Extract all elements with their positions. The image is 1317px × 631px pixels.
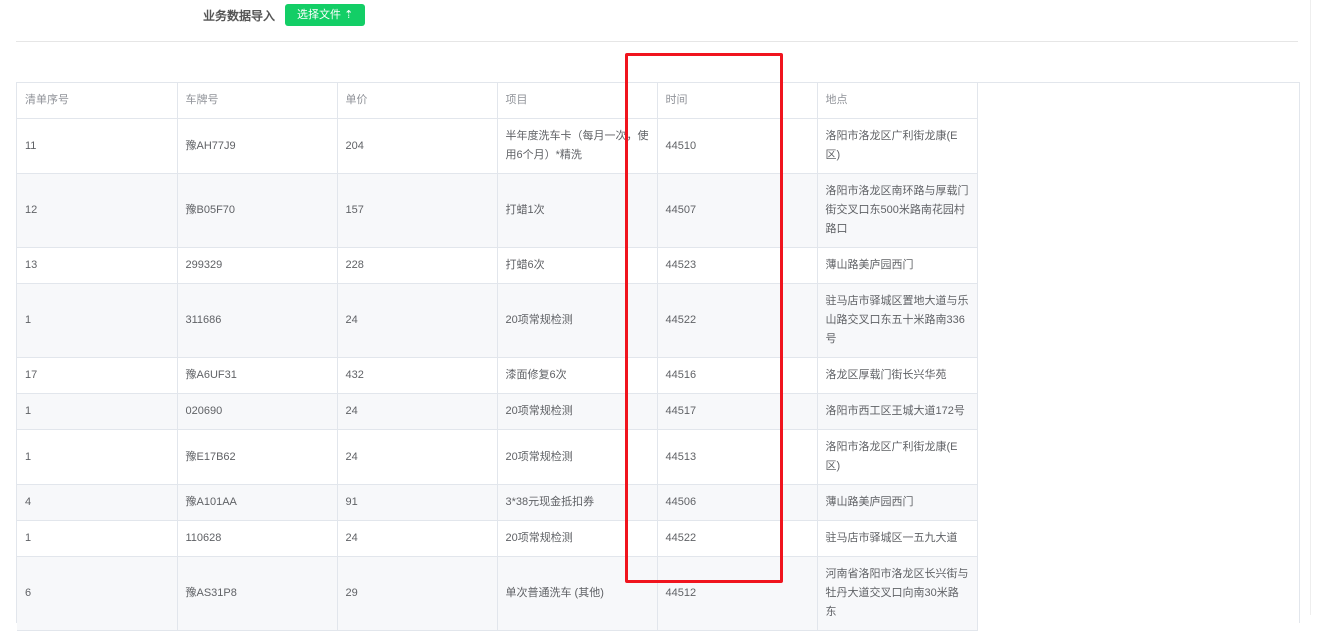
table-row[interactable]: 12 豫B05F70 157 打蜡1次 44507 洛阳市洛龙区南环路与厚载门街交叉口东5… — [17, 173, 978, 248]
table-cell: 20项常规检测 — [497, 520, 658, 557]
table-row[interactable]: 1 020690 24 20项常规检测 44517 洛阳市西工区王城大道172号 — [17, 393, 978, 430]
table-cell: 洛阳市洛龙区广利街龙康(E区) — [817, 429, 978, 485]
table-cell: 漆面修复6次 — [497, 357, 658, 394]
table-cell: 91 — [337, 484, 498, 521]
scrollbar-track[interactable] — [1310, 0, 1311, 615]
table-cell: 3*38元现金抵扣券 — [497, 484, 658, 521]
table-cell: 020690 — [177, 393, 338, 430]
column-header[interactable]: 清单序号 — [17, 83, 178, 119]
data-table: 清单序号 车牌号 单价 项目 时间 地点 11 豫AH77J9 204 半年度洗车卡（每月一次，… — [17, 83, 978, 631]
table-cell: 11 — [17, 118, 178, 174]
table-cell: 洛阳市洛龙区广利街龙康(E区) — [817, 118, 978, 174]
table-cell: 薄山路美庐园西门 — [817, 247, 978, 284]
table-cell: 豫A6UF31 — [177, 357, 338, 394]
column-header[interactable]: 项目 — [497, 83, 658, 119]
table-cell: 299329 — [177, 247, 338, 284]
table-cell: 1 — [17, 283, 178, 358]
table-row[interactable]: 1 311686 24 20项常规检测 44522 驻马店市驿城区置地大道与乐山路交叉口东… — [17, 283, 978, 358]
table-cell: 17 — [17, 357, 178, 394]
table-row[interactable]: 13 299329 228 打蜡6次 44523 薄山路美庐园西门 — [17, 247, 978, 284]
table-cell: 打蜡1次 — [497, 173, 658, 248]
table-row[interactable]: 1 110628 24 20项常规检测 44522 驻马店市驿城区一五九大道 — [17, 520, 978, 557]
table-cell: 44522 — [657, 283, 818, 358]
table-cell: 29 — [337, 556, 498, 631]
table-cell: 豫E17B62 — [177, 429, 338, 485]
table-cell: 驻马店市驿城区置地大道与乐山路交叉口东五十米路南336号 — [817, 283, 978, 358]
table-cell: 豫AH77J9 — [177, 118, 338, 174]
table-cell: 洛龙区厚载门街长兴华苑 — [817, 357, 978, 394]
table-cell: 半年度洗车卡（每月一次，使用6个月）*精洗 — [497, 118, 658, 174]
table-cell: 44523 — [657, 247, 818, 284]
table-cell: 单次普通洗车 (其他) — [497, 556, 658, 631]
table-cell: 洛阳市洛龙区南环路与厚载门街交叉口东500米路南花园村路口 — [817, 173, 978, 248]
table-cell: 24 — [337, 283, 498, 358]
choose-file-button[interactable]: 选择文件 ⇡ — [285, 4, 366, 26]
table-cell: 110628 — [177, 520, 338, 557]
table-cell: 44513 — [657, 429, 818, 485]
table-cell: 311686 — [177, 283, 338, 358]
table-cell: 20项常规检测 — [497, 393, 658, 430]
table-cell: 44512 — [657, 556, 818, 631]
table-cell: 157 — [337, 173, 498, 248]
table-cell: 河南省洛阳市洛龙区长兴街与牡丹大道交叉口向南30米路东 — [817, 556, 978, 631]
table-row[interactable]: 11 豫AH77J9 204 半年度洗车卡（每月一次，使用6个月）*精洗 44510 洛阳… — [17, 118, 978, 174]
table-cell: 432 — [337, 357, 498, 394]
table-cell: 6 — [17, 556, 178, 631]
table-cell: 44522 — [657, 520, 818, 557]
table-row[interactable]: 17 豫A6UF31 432 漆面修复6次 44516 洛龙区厚载门街长兴华苑 — [17, 357, 978, 394]
table-cell: 44506 — [657, 484, 818, 521]
table-cell: 20项常规检测 — [497, 283, 658, 358]
data-table-container: 清单序号 车牌号 单价 项目 时间 地点 11 豫AH77J9 204 半年度洗车卡（每月一次，… — [16, 82, 1300, 631]
column-header[interactable]: 时间 — [657, 83, 818, 119]
column-header[interactable]: 车牌号 — [177, 83, 338, 119]
table-cell: 204 — [337, 118, 498, 174]
table-cell: 打蜡6次 — [497, 247, 658, 284]
column-header[interactable]: 地点 — [817, 83, 978, 119]
table-cell: 44517 — [657, 393, 818, 430]
table-cell: 1 — [17, 429, 178, 485]
table-cell: 44510 — [657, 118, 818, 174]
table-cell: 228 — [337, 247, 498, 284]
table-cell: 驻马店市驿城区一五九大道 — [817, 520, 978, 557]
import-label: 业务数据导入 — [203, 8, 276, 23]
table-cell: 24 — [337, 520, 498, 557]
table-cell: 4 — [17, 484, 178, 521]
import-bar: 业务数据导入 选择文件 ⇡ — [203, 4, 366, 26]
table-cell: 20项常规检测 — [497, 429, 658, 485]
table-cell: 薄山路美庐园西门 — [817, 484, 978, 521]
table-cell: 豫B05F70 — [177, 173, 338, 248]
table-row[interactable]: 4 豫A101AA 91 3*38元现金抵扣券 44506 薄山路美庐园西门 — [17, 484, 978, 521]
table-cell: 1 — [17, 520, 178, 557]
table-cell: 12 — [17, 173, 178, 248]
table-cell: 13 — [17, 247, 178, 284]
table-cell: 44516 — [657, 357, 818, 394]
table-cell: 1 — [17, 393, 178, 430]
table-cell: 24 — [337, 429, 498, 485]
divider — [16, 41, 1298, 42]
column-header[interactable]: 单价 — [337, 83, 498, 119]
table-header-row: 清单序号 车牌号 单价 项目 时间 地点 — [17, 83, 978, 119]
table-cell: 豫A101AA — [177, 484, 338, 521]
table-cell: 豫AS31P8 — [177, 556, 338, 631]
table-row[interactable]: 6 豫AS31P8 29 单次普通洗车 (其他) 44512 河南省洛阳市洛龙区长兴街与牡… — [17, 556, 978, 631]
table-cell: 洛阳市西工区王城大道172号 — [817, 393, 978, 430]
table-row[interactable]: 1 豫E17B62 24 20项常规检测 44513 洛阳市洛龙区广利街龙康(E区) — [17, 429, 978, 485]
table-cell: 24 — [337, 393, 498, 430]
table-cell: 44507 — [657, 173, 818, 248]
